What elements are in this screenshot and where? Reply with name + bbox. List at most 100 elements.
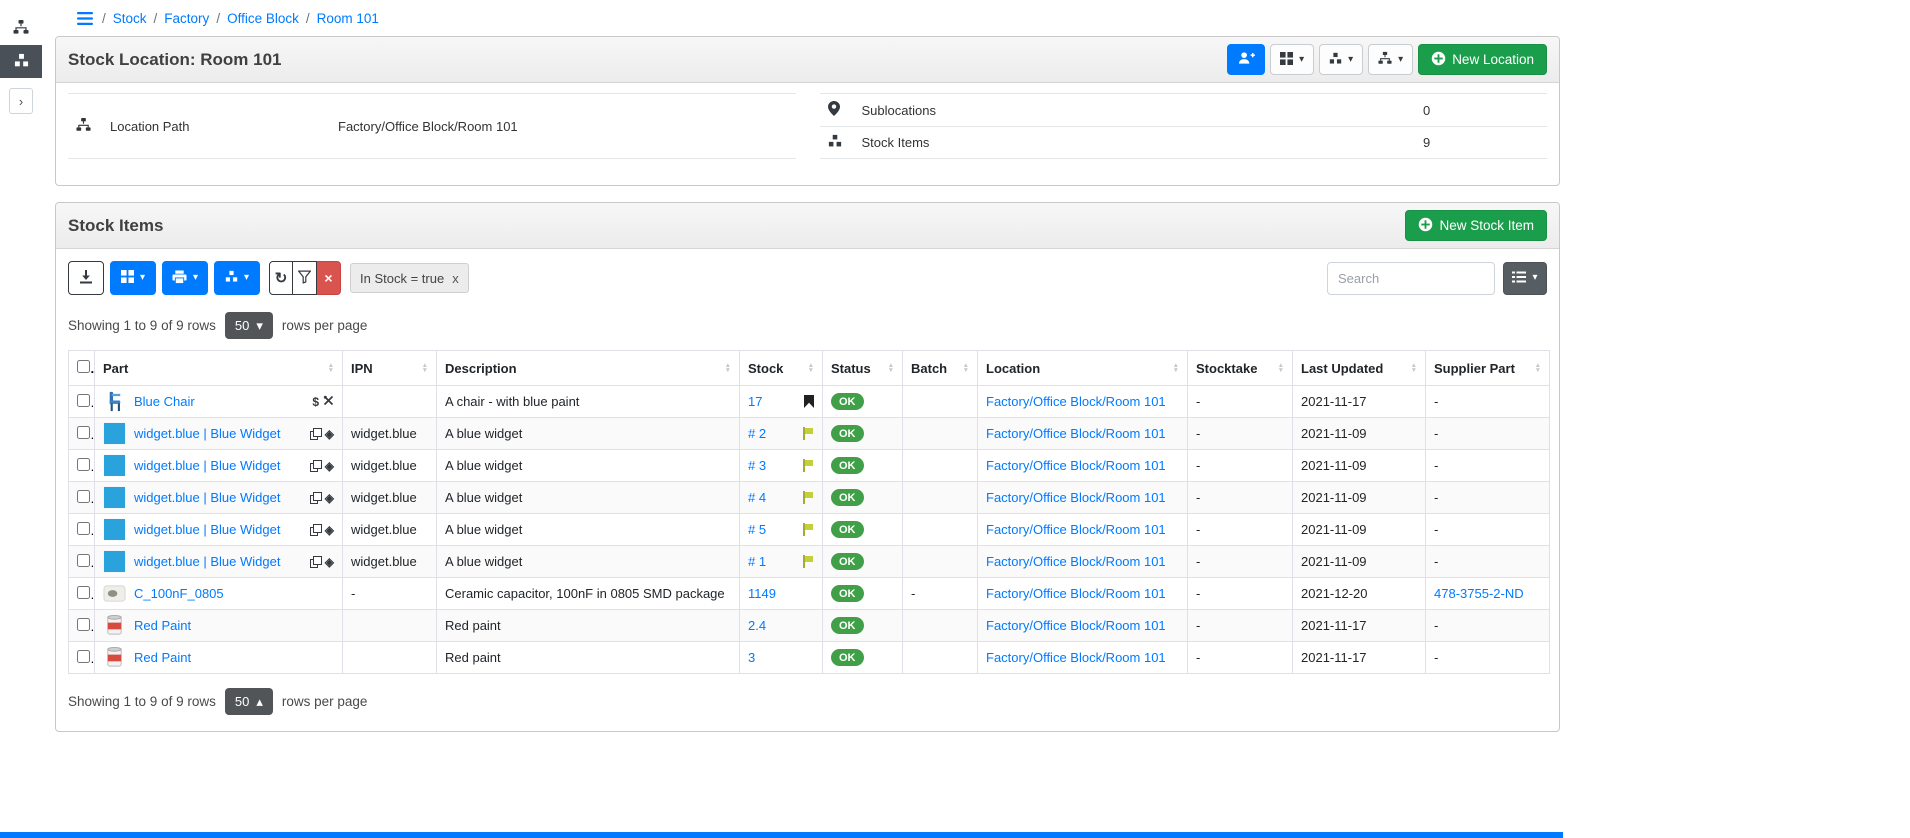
row-checkbox[interactable] bbox=[77, 426, 90, 439]
sort-icon[interactable]: ▲▼ bbox=[1173, 363, 1179, 374]
bottom-accent-bar bbox=[0, 832, 1563, 838]
table-header-row: Part▲▼IPN▲▼Description▲▼Stock▲▼Status▲▼B… bbox=[69, 351, 1550, 386]
stock-link[interactable]: 3 bbox=[748, 650, 755, 665]
clear-filter-button[interactable]: × bbox=[317, 261, 341, 295]
sidebar-expand-button[interactable]: › bbox=[9, 88, 33, 114]
breadcrumb-link[interactable]: Room 101 bbox=[317, 11, 379, 26]
stock-link[interactable]: # 1 bbox=[748, 554, 766, 569]
column-header-ipn[interactable]: IPN▲▼ bbox=[343, 351, 437, 386]
location-link[interactable]: Factory/Office Block/Room 101 bbox=[986, 618, 1166, 633]
breadcrumb-link[interactable]: Stock bbox=[113, 11, 147, 26]
stock-link[interactable]: # 5 bbox=[748, 522, 766, 537]
search-input[interactable] bbox=[1327, 262, 1495, 295]
location-link[interactable]: Factory/Office Block/Room 101 bbox=[986, 586, 1166, 601]
table-row: widget.blue | Blue Widget◈widget.blueA b… bbox=[69, 546, 1550, 578]
stock-link[interactable]: # 2 bbox=[748, 426, 766, 441]
part-link[interactable]: widget.blue | Blue Widget bbox=[134, 554, 280, 569]
location-link[interactable]: Factory/Office Block/Room 101 bbox=[986, 522, 1166, 537]
columns-dropdown-button[interactable]: ▾ bbox=[1503, 262, 1547, 295]
sidebar-item-location-details[interactable] bbox=[0, 12, 42, 45]
new-stock-item-button[interactable]: New Stock Item bbox=[1405, 210, 1547, 241]
supplier-part-cell: - bbox=[1434, 522, 1438, 537]
row-checkbox[interactable] bbox=[77, 522, 90, 535]
page-size-dropdown[interactable]: 50 ▾ bbox=[225, 312, 273, 339]
sort-icon[interactable]: ▲▼ bbox=[422, 363, 428, 374]
sort-icon[interactable]: ▲▼ bbox=[1411, 363, 1417, 374]
location-link[interactable]: Factory/Office Block/Room 101 bbox=[986, 554, 1166, 569]
stock-link[interactable]: # 4 bbox=[748, 490, 766, 505]
part-link[interactable]: widget.blue | Blue Widget bbox=[134, 426, 280, 441]
part-link[interactable]: Blue Chair bbox=[134, 394, 195, 409]
column-header-batch[interactable]: Batch▲▼ bbox=[903, 351, 978, 386]
supplier-part-link[interactable]: 478-3755-2-ND bbox=[1434, 586, 1524, 601]
part-link[interactable]: Red Paint bbox=[134, 618, 191, 633]
showing-rows-text: Showing 1 to 9 of 9 rows bbox=[68, 694, 216, 709]
location-link[interactable]: Factory/Office Block/Room 101 bbox=[986, 650, 1166, 665]
row-checkbox[interactable] bbox=[77, 394, 90, 407]
location-actions-dropdown[interactable]: ▾ bbox=[1368, 44, 1413, 75]
stock-options-dropdown[interactable]: ▾ bbox=[214, 261, 260, 295]
remove-filter-icon[interactable]: x bbox=[452, 271, 459, 286]
row-checkbox[interactable] bbox=[77, 650, 90, 663]
caret-down-icon: ▾ bbox=[1398, 55, 1403, 65]
location-details: Location Path Factory/Office Block/Room … bbox=[56, 83, 1559, 185]
sort-icon[interactable]: ▲▼ bbox=[963, 363, 969, 374]
table-row: Red PaintRed paint2.4OKFactory/Office Bl… bbox=[69, 610, 1550, 642]
sublocations-value: 0 bbox=[1415, 94, 1547, 127]
location-link[interactable]: Factory/Office Block/Room 101 bbox=[986, 426, 1166, 441]
part-link[interactable]: C_100nF_0805 bbox=[134, 586, 224, 601]
menu-icon[interactable] bbox=[77, 12, 93, 25]
row-checkbox[interactable] bbox=[77, 586, 90, 599]
location-link[interactable]: Factory/Office Block/Room 101 bbox=[986, 394, 1166, 409]
filter-button[interactable] bbox=[293, 261, 317, 295]
sort-icon[interactable]: ▲▼ bbox=[808, 363, 814, 374]
sort-icon[interactable]: ▲▼ bbox=[328, 363, 334, 374]
breadcrumb-link[interactable]: Office Block bbox=[227, 11, 299, 26]
barcode-actions-dropdown[interactable]: ▾ bbox=[1270, 44, 1314, 75]
stock-link[interactable]: 2.4 bbox=[748, 618, 766, 633]
column-header-status[interactable]: Status▲▼ bbox=[823, 351, 903, 386]
batch-cell bbox=[903, 386, 978, 418]
row-checkbox[interactable] bbox=[77, 554, 90, 567]
new-location-button[interactable]: New Location bbox=[1418, 44, 1547, 75]
part-link[interactable]: widget.blue | Blue Widget bbox=[134, 490, 280, 505]
part-thumbnail bbox=[103, 454, 126, 477]
part-link[interactable]: Red Paint bbox=[134, 650, 191, 665]
sidebar-item-stock-items[interactable] bbox=[0, 45, 42, 78]
user-actions-button[interactable] bbox=[1227, 44, 1265, 75]
location-link[interactable]: Factory/Office Block/Room 101 bbox=[986, 490, 1166, 505]
part-link[interactable]: widget.blue | Blue Widget bbox=[134, 522, 280, 537]
status-badge: OK bbox=[831, 553, 864, 570]
sort-icon[interactable]: ▲▼ bbox=[725, 363, 731, 374]
location-panel-heading: Stock Location: Room 101 ▾ ▾ ▾ bbox=[56, 37, 1559, 83]
select-all-checkbox[interactable] bbox=[77, 360, 90, 373]
sort-icon[interactable]: ▲▼ bbox=[888, 363, 894, 374]
column-label: Last Updated bbox=[1301, 361, 1383, 376]
barcode-toolbar-dropdown[interactable]: ▾ bbox=[110, 261, 156, 295]
stock-items-body: ▾ ▾ ▾ ↻ × In Stock = bbox=[56, 249, 1559, 731]
location-link[interactable]: Factory/Office Block/Room 101 bbox=[986, 458, 1166, 473]
part-link[interactable]: widget.blue | Blue Widget bbox=[134, 458, 280, 473]
breadcrumb-link[interactable]: Factory bbox=[164, 11, 209, 26]
sort-icon[interactable]: ▲▼ bbox=[1278, 363, 1284, 374]
row-checkbox[interactable] bbox=[77, 490, 90, 503]
column-header-updated[interactable]: Last Updated ▲▼ bbox=[1293, 351, 1426, 386]
stock-actions-dropdown[interactable]: ▾ bbox=[1319, 44, 1363, 75]
row-checkbox[interactable] bbox=[77, 458, 90, 471]
download-button[interactable] bbox=[68, 261, 104, 295]
row-checkbox[interactable] bbox=[77, 618, 90, 631]
sort-icon[interactable]: ▲▼ bbox=[1535, 363, 1541, 374]
stock-link[interactable]: 1149 bbox=[748, 586, 776, 601]
column-header-stocktake[interactable]: Stocktake▲▼ bbox=[1188, 351, 1293, 386]
description-cell: Ceramic capacitor, 100nF in 0805 SMD pac… bbox=[437, 578, 740, 610]
column-header-desc[interactable]: Description▲▼ bbox=[437, 351, 740, 386]
column-header-loc[interactable]: Location▲▼ bbox=[978, 351, 1188, 386]
column-header-stock[interactable]: Stock▲▼ bbox=[740, 351, 823, 386]
print-toolbar-dropdown[interactable]: ▾ bbox=[162, 261, 208, 295]
stock-link[interactable]: 17 bbox=[748, 394, 762, 409]
stock-link[interactable]: # 3 bbox=[748, 458, 766, 473]
refresh-button[interactable]: ↻ bbox=[269, 261, 293, 295]
page-size-dropdown[interactable]: 50 ▴ bbox=[225, 688, 273, 715]
column-header-part[interactable]: Part▲▼ bbox=[95, 351, 343, 386]
column-header-supplier[interactable]: Supplier Part▲▼ bbox=[1426, 351, 1550, 386]
